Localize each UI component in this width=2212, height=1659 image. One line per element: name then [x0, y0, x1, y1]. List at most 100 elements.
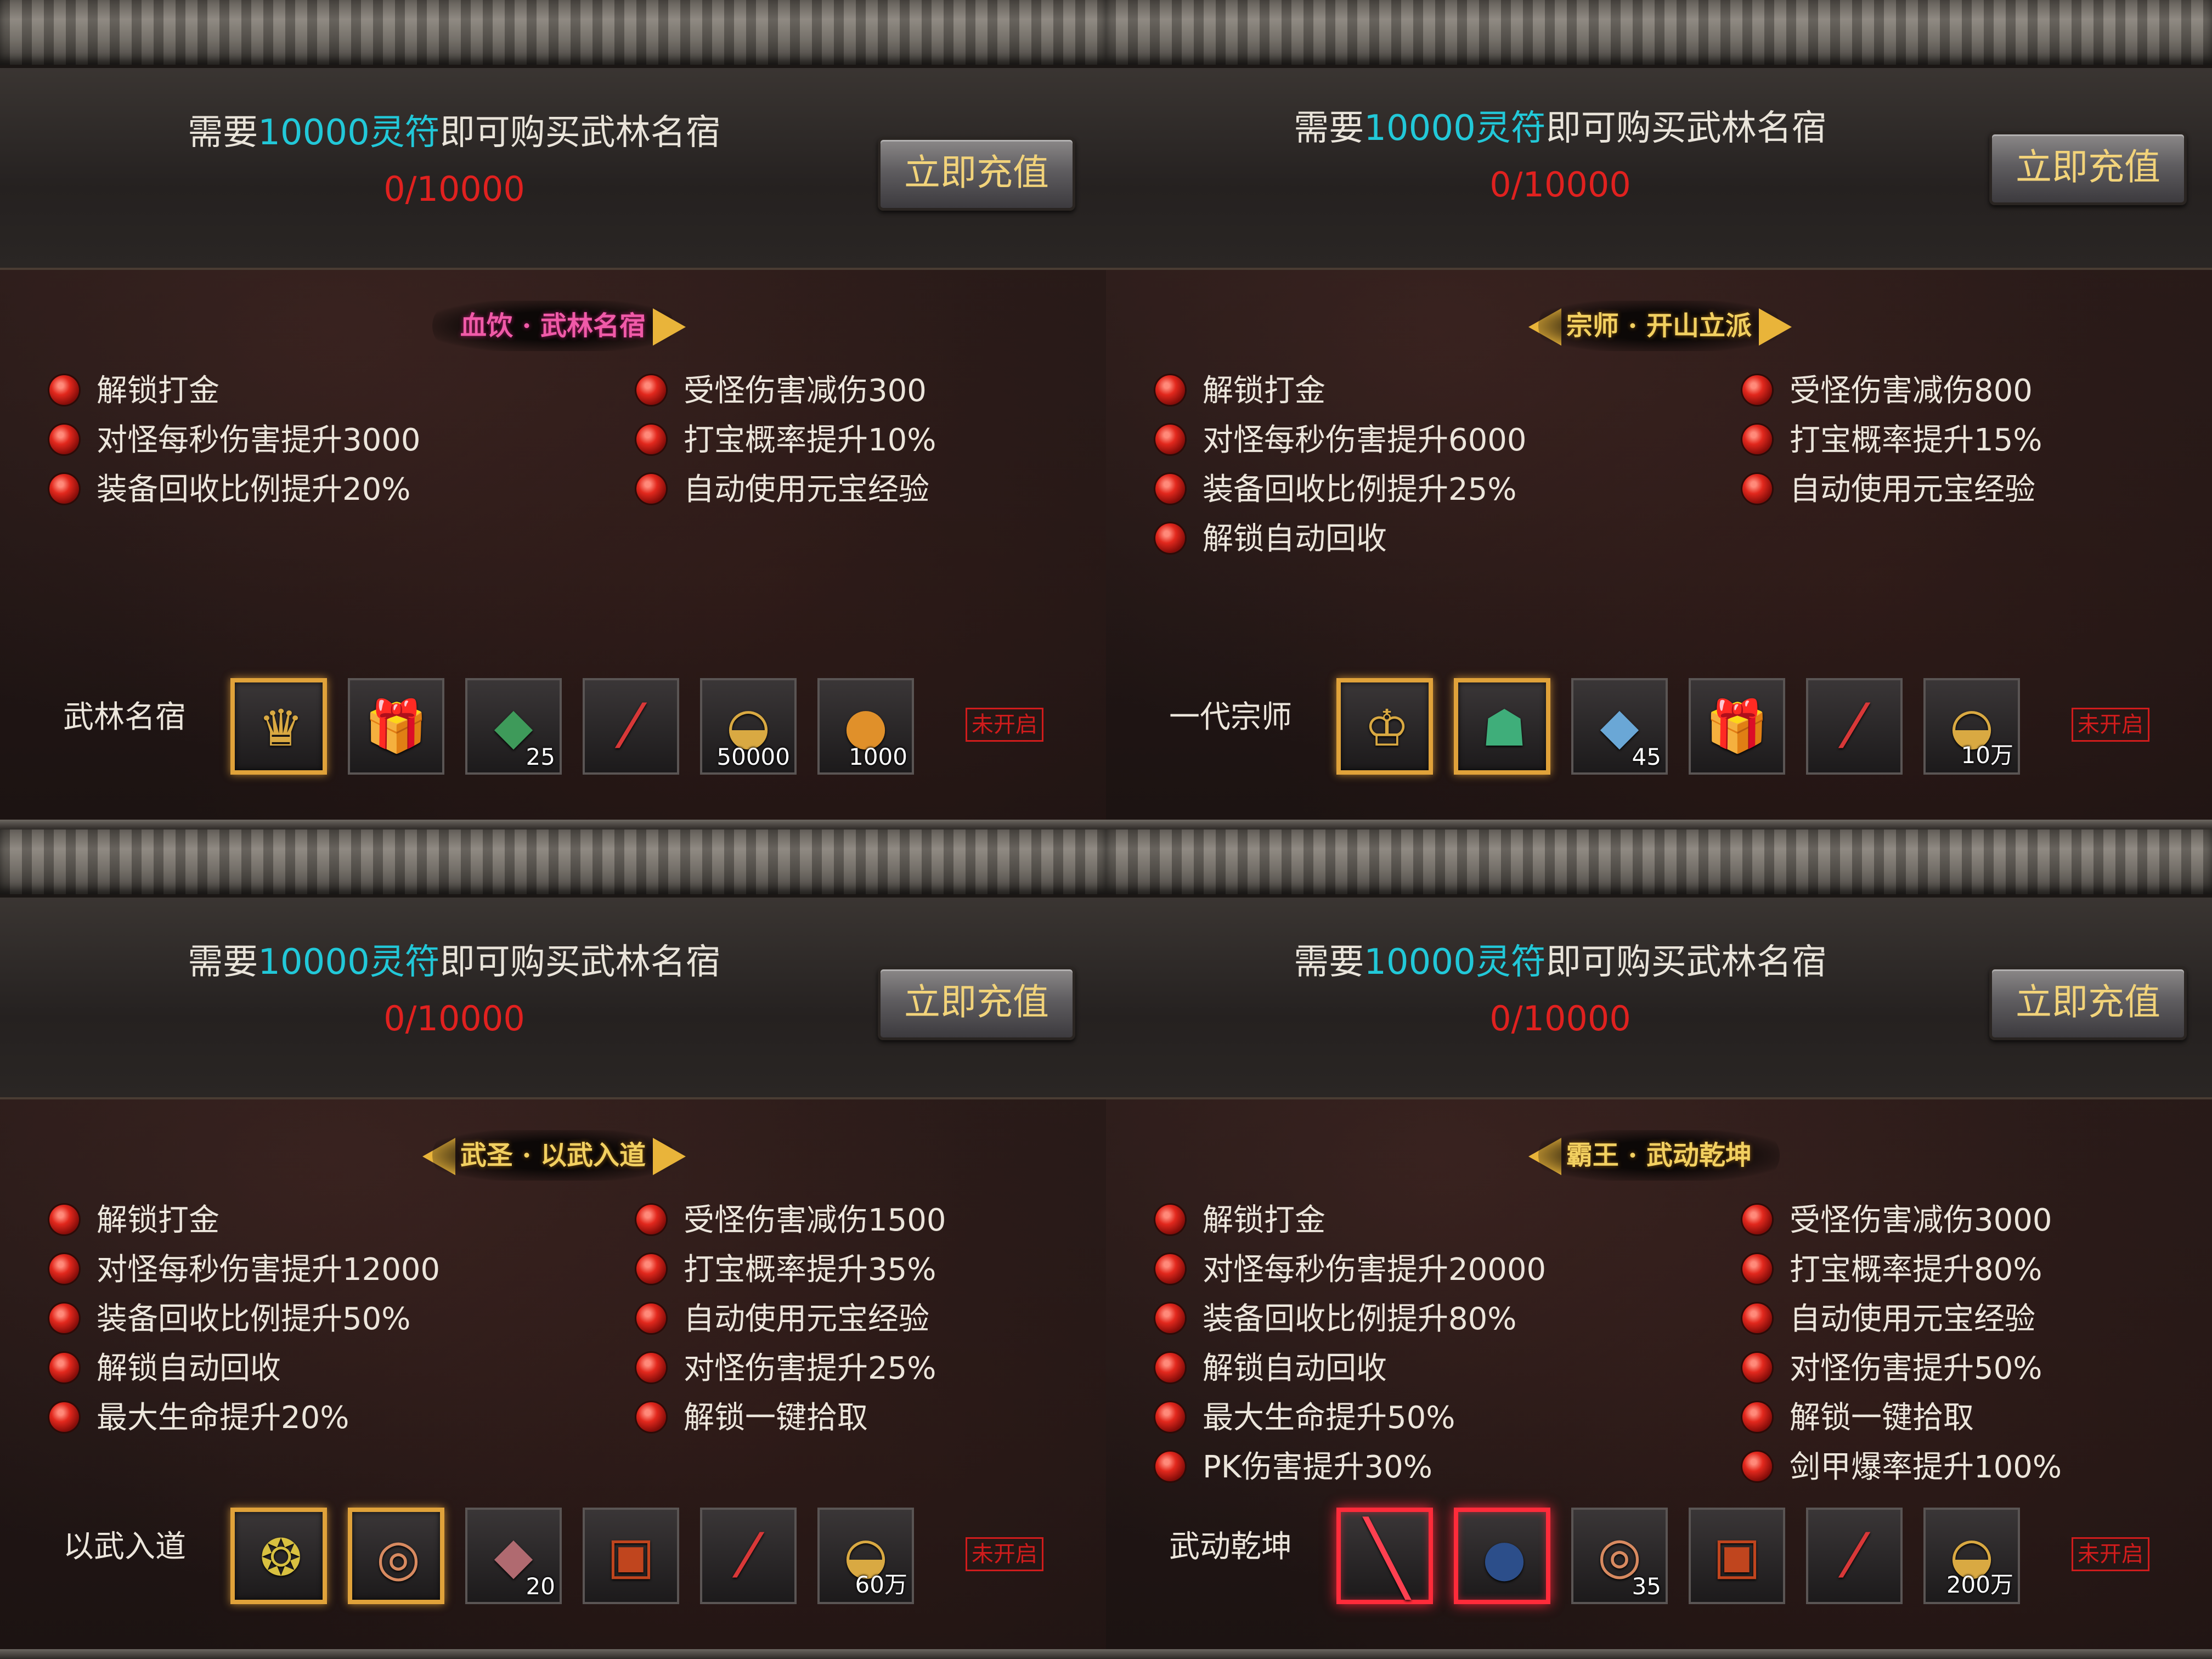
reward-slot[interactable]: ◎	[348, 1508, 444, 1604]
attribute-text: PK伤害提升30%	[1203, 1449, 1432, 1485]
attribute-item: 解锁打金	[49, 366, 421, 416]
next-arrow-icon[interactable]	[1759, 308, 1792, 346]
reward-slot[interactable]: ⁄	[1806, 678, 1903, 775]
reward-slot[interactable]: 🎁	[1689, 678, 1785, 775]
attribute-item: 装备回收比例提升25%	[1155, 465, 1527, 515]
red-bullet-icon	[636, 1402, 666, 1432]
reward-slot[interactable]: ▣	[583, 1508, 679, 1604]
rank-title-bar: 霸王 · 武动乾坤	[1106, 1126, 2212, 1186]
attribute-item: 解锁打金	[1155, 366, 1527, 416]
reward-quantity: 35	[1632, 1573, 1661, 1600]
attribute-item: 解锁一键拾取	[636, 1393, 946, 1443]
reward-slot[interactable]: ◒ 200万	[1923, 1508, 2020, 1604]
reward-slot[interactable]: ╲	[1336, 1508, 1433, 1604]
attribute-text: 对怪每秒伤害提升12000	[97, 1252, 441, 1288]
dark-orb-icon: ●	[1482, 1528, 1527, 1587]
scroll-icon: ⁄	[1849, 691, 1860, 761]
attribute-text: 装备回收比例提升50%	[97, 1301, 411, 1337]
red-bullet-icon	[636, 1254, 666, 1284]
reward-slot[interactable]: ♛	[230, 678, 327, 775]
rank-title-bar: 宗师 · 开山立派	[1106, 296, 2212, 357]
red-bullet-icon	[1742, 1254, 1772, 1284]
attribute-text: 自动使用元宝经验	[1790, 472, 2035, 507]
recharge-button[interactable]: 立即充值	[878, 967, 1075, 1040]
reward-quantity: 50000	[716, 743, 790, 770]
rank-label: 一代宗师	[1169, 699, 1292, 735]
reward-slot[interactable]: ● 1000	[817, 678, 914, 775]
red-bullet-icon	[1742, 1353, 1772, 1383]
attribute-list-left: 解锁打金 对怪每秒伤害提升20000 装备回收比例提升80% 解锁自动回收 最大生命提升…	[1155, 1196, 1546, 1492]
recharge-button[interactable]: 立即充值	[878, 137, 1075, 211]
reward-slot[interactable]: ◆ 20	[465, 1508, 562, 1604]
vip-panel-3: 需要10000灵符即可购买武林名宿 0/10000 立即充值 武圣 · 以武入道 解锁打…	[0, 830, 1106, 1659]
gift-box-icon: 🎁	[364, 697, 428, 755]
progress-value: 0/10000	[383, 998, 525, 1039]
progress-value: 0/10000	[1489, 998, 1631, 1039]
attribute-item: 最大生命提升50%	[1155, 1393, 1546, 1443]
reward-quantity: 45	[1632, 743, 1661, 770]
attribute-item: 受怪伤害减伤300	[636, 366, 936, 416]
reward-slot[interactable]: ◒ 10万	[1923, 678, 2020, 775]
attribute-text: 自动使用元宝经验	[684, 472, 929, 507]
treasure-chest-icon: ▣	[1713, 1526, 1761, 1585]
reward-slot[interactable]: ❂	[230, 1508, 327, 1604]
requirement-prefix: 需要	[188, 942, 258, 983]
mask-icon: ♛	[258, 699, 304, 758]
red-bullet-icon	[1155, 1254, 1185, 1284]
red-bullet-icon	[636, 1353, 666, 1383]
reward-slot[interactable]: ◎ 35	[1571, 1508, 1668, 1604]
attribute-item: 解锁自动回收	[1155, 1344, 1546, 1393]
red-bullet-icon	[49, 1254, 79, 1284]
attribute-text: 受怪伤害减伤800	[1790, 373, 2033, 409]
red-bullet-icon	[1155, 1402, 1185, 1432]
attribute-item: 打宝概率提升35%	[636, 1245, 946, 1295]
progress-value: 0/10000	[1489, 165, 1631, 205]
amulet-icon: ❂	[259, 1528, 302, 1587]
attribute-item: 对怪每秒伤害提升6000	[1155, 416, 1527, 465]
scroll-icon: ⁄	[1849, 1521, 1860, 1591]
attribute-item: 装备回收比例提升80%	[1155, 1295, 1546, 1344]
reward-slot[interactable]: ◒ 50000	[700, 678, 797, 775]
next-arrow-icon[interactable]	[653, 1138, 686, 1175]
reward-slot[interactable]: ♔	[1336, 678, 1433, 775]
attribute-item: 打宝概率提升80%	[1742, 1245, 2062, 1295]
reward-slot[interactable]: ⁄	[700, 1508, 797, 1604]
status-badge: 未开启	[966, 708, 1043, 742]
red-bullet-icon	[636, 375, 666, 405]
attribute-list-left: 解锁打金 对怪每秒伤害提升3000 装备回收比例提升20%	[49, 366, 421, 515]
reward-slot[interactable]: ▣	[1689, 1508, 1785, 1604]
reward-slot[interactable]: ●	[1454, 1508, 1550, 1604]
recharge-button[interactable]: 立即充值	[1989, 132, 2187, 205]
attribute-text: 最大生命提升50%	[1203, 1400, 1455, 1436]
attribute-item: 对怪伤害提升50%	[1742, 1344, 2062, 1393]
requirement-highlight: 10000灵符	[1364, 108, 1546, 149]
reward-quantity: 60万	[855, 1571, 907, 1598]
reward-slot[interactable]: ◆ 45	[1571, 678, 1668, 775]
red-bullet-icon	[1742, 425, 1772, 454]
requirement-prefix: 需要	[1294, 108, 1364, 149]
requirement-suffix: 即可购买武林名宿	[1545, 942, 1827, 983]
attribute-text: 受怪伤害减伤3000	[1790, 1203, 2052, 1238]
reward-quantity: 10万	[1961, 742, 2013, 769]
red-bullet-icon	[1742, 1304, 1772, 1333]
rank-title: 宗师 · 开山立派	[1538, 301, 1780, 351]
reward-slot[interactable]: ☗	[1454, 678, 1550, 775]
reward-slot[interactable]: ⁄	[1806, 1508, 1903, 1604]
reward-slot[interactable]: ⁄	[583, 678, 679, 775]
rank-title: 霸王 · 武动乾坤	[1538, 1130, 1780, 1181]
attribute-list-right: 受怪伤害减伤300 打宝概率提升10% 自动使用元宝经验	[636, 366, 936, 515]
recharge-button[interactable]: 立即充值	[1989, 967, 2187, 1040]
reward-quantity: 200万	[1946, 1571, 2013, 1598]
ornamental-border	[1106, 0, 2212, 68]
requirement-highlight: 10000灵符	[1364, 942, 1546, 983]
reward-slot[interactable]: 🎁	[348, 678, 444, 775]
reward-slot[interactable]: ◒ 60万	[817, 1508, 914, 1604]
red-bullet-icon	[49, 1205, 79, 1234]
attribute-item: 对怪每秒伤害提升12000	[49, 1245, 440, 1295]
reward-slot[interactable]: ◆ 25	[465, 678, 562, 775]
rank-title: 武圣 · 以武入道	[432, 1130, 674, 1181]
next-arrow-icon[interactable]	[653, 308, 686, 346]
ring-icon: ◎	[376, 1528, 421, 1587]
attribute-item: 剑甲爆率提升100%	[1742, 1443, 2062, 1492]
requirement-suffix: 即可购买武林名宿	[1545, 108, 1827, 149]
